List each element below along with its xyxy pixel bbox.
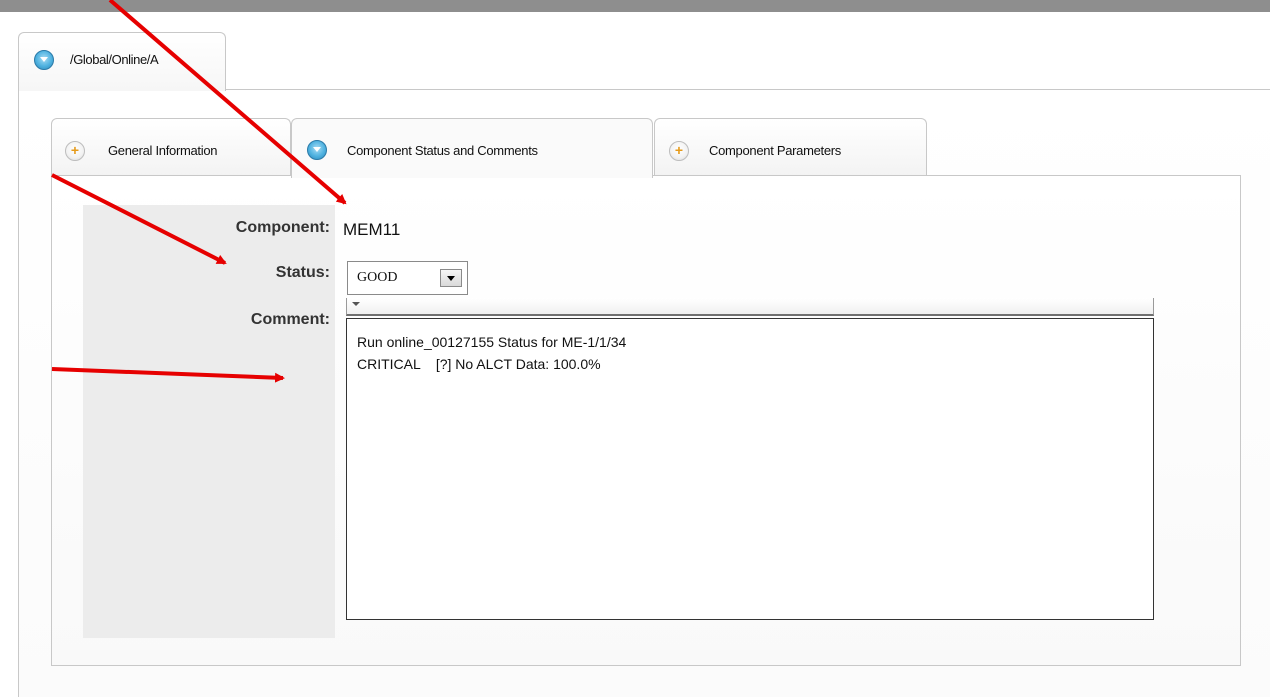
- collapse-arrow-icon[interactable]: [352, 302, 360, 306]
- tab-component-status-and-comments-label: Component Status and Comments: [347, 143, 538, 158]
- plus-icon: +: [65, 141, 85, 161]
- comment-textarea[interactable]: Run online_00127155 Status for ME-1/1/34…: [346, 318, 1154, 620]
- collapse-icon: [307, 140, 327, 160]
- tab-component-parameters-label: Component Parameters: [709, 143, 842, 158]
- comment-toolbar[interactable]: [346, 298, 1154, 316]
- plus-icon: +: [669, 141, 689, 161]
- tab-global-online-label: /Global/Online/A: [70, 52, 159, 67]
- top-bar: [0, 0, 1270, 12]
- collapse-icon[interactable]: [34, 50, 54, 70]
- status-value: GOOD: [357, 270, 398, 285]
- tab-general-information-label: General Information: [108, 143, 218, 158]
- component-value: MEM11: [343, 220, 401, 239]
- component-label: Component:: [235, 219, 330, 236]
- tab-general-information[interactable]: + General Information: [51, 118, 291, 176]
- comment-label: Comment:: [250, 311, 330, 328]
- status-label: Status:: [275, 264, 330, 281]
- tab-component-status-and-comments[interactable]: Component Status and Comments: [291, 118, 653, 178]
- status-dropdown[interactable]: GOOD: [347, 261, 468, 295]
- tab-global-online[interactable]: /Global/Online/A: [18, 32, 226, 91]
- tab-component-parameters[interactable]: + Component Parameters: [654, 118, 927, 176]
- chevron-down-icon[interactable]: [440, 269, 462, 287]
